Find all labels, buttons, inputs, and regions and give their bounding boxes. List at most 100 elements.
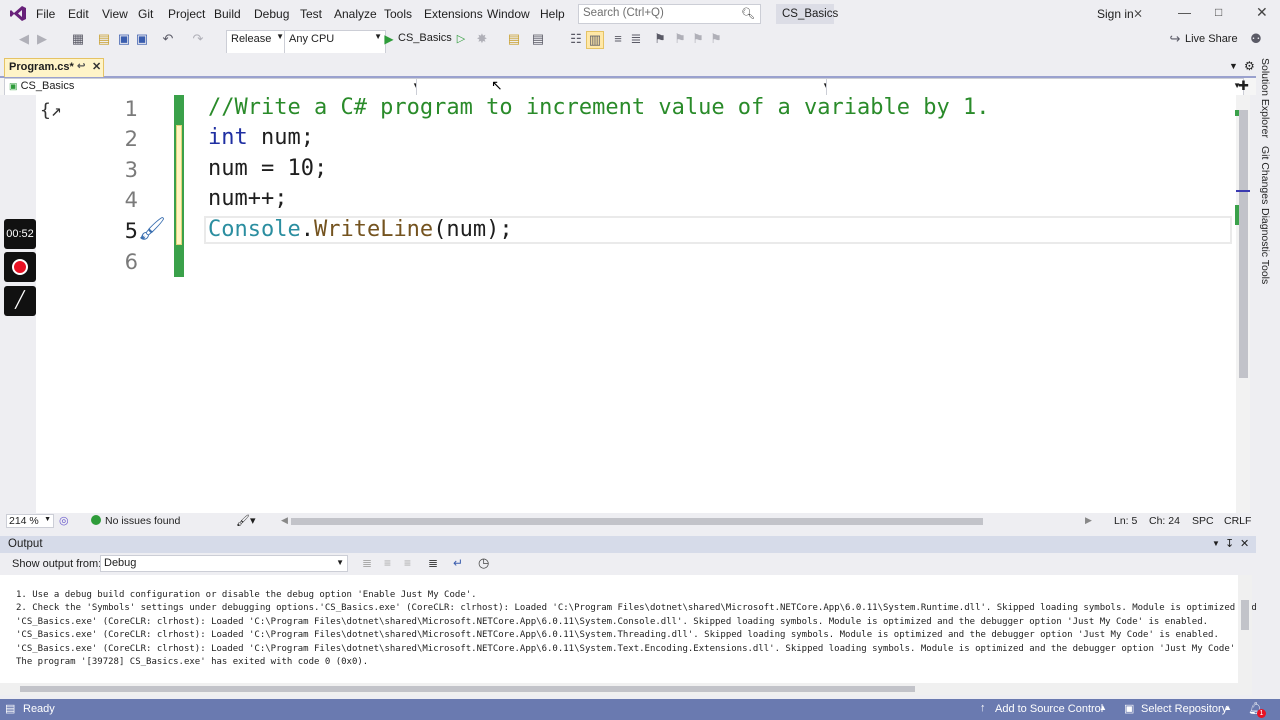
pin-icon[interactable]: ↩ (77, 61, 85, 72)
code-line-4: num++; (208, 186, 288, 211)
menu-edit[interactable]: Edit (68, 7, 89, 21)
menu-project[interactable]: Project (168, 7, 205, 21)
tab-overflow-icon[interactable]: ▼ (1229, 61, 1238, 71)
clock-icon[interactable]: ◷ (478, 555, 489, 571)
menu-debug[interactable]: Debug (254, 7, 289, 21)
braces-icon[interactable]: {↗ (40, 100, 62, 121)
configuration-value: Release (231, 33, 272, 45)
sign-in-link[interactable]: Sign in (1097, 7, 1134, 21)
pen-button[interactable]: ╱ (4, 286, 36, 316)
next-bookmark-icon[interactable]: ⚑ (690, 31, 706, 47)
hot-reload-icon[interactable]: ✸ (474, 31, 490, 47)
menu-git[interactable]: Git (138, 7, 153, 21)
diagram-icon[interactable]: ☷ (568, 31, 584, 47)
line-position[interactable]: Ln: 5 (1114, 515, 1137, 527)
menu-analyze[interactable]: Analyze (334, 7, 377, 21)
configuration-select[interactable]: Release ▼ (226, 30, 288, 55)
layout-icon[interactable]: ▤ (530, 31, 546, 47)
tab-strip (0, 53, 1280, 78)
scroll-left-icon[interactable]: ◀ (281, 515, 288, 526)
comment-icon[interactable]: ≡ (610, 31, 626, 47)
health-icon[interactable]: ◎ (59, 514, 69, 527)
scroll-right-icon[interactable]: ▶ (1085, 515, 1092, 526)
line-ending[interactable]: CRLF (1224, 515, 1251, 527)
word-wrap-icon[interactable]: ↵ (453, 556, 463, 570)
indent-mode[interactable]: SPC (1192, 515, 1214, 527)
scroll-marker (1236, 190, 1250, 192)
back-icon[interactable]: ◀ (16, 31, 32, 47)
split-icon[interactable]: ✚ (1238, 78, 1249, 94)
add-to-source-control[interactable]: Add to Source Control (995, 703, 1103, 715)
editor-horizontal-scroll-thumb[interactable] (291, 518, 983, 525)
tab-program-cs[interactable]: Program.cs* ↩ ✕ (4, 58, 104, 77)
open-folder-icon[interactable]: ▤ (96, 31, 112, 47)
new-project-icon[interactable]: ▦ (70, 31, 86, 47)
quick-actions-brush-icon[interactable]: 🖌︎ (138, 216, 166, 242)
prev-message-icon[interactable]: ≡ (384, 556, 391, 570)
csharp-icon: ▣ (9, 81, 18, 91)
select-repository[interactable]: Select Repository (1141, 703, 1227, 715)
tab-label: Program.cs* (9, 61, 74, 73)
chevron-up-icon[interactable]: ▲ (1099, 703, 1107, 712)
start-without-debug-icon[interactable]: ▷ (453, 31, 469, 47)
settings-gear-icon[interactable]: ⚙ (1244, 59, 1255, 73)
toggle-icon[interactable]: ▥ (586, 31, 604, 49)
redo-icon[interactable]: ↷ (190, 31, 206, 47)
uncomment-icon[interactable]: ≣ (628, 31, 644, 47)
maximize-icon[interactable]: □ (1215, 5, 1222, 19)
platform-select[interactable]: Any CPU ▼ (284, 30, 386, 55)
minimize-icon[interactable]: — (1178, 5, 1191, 20)
tab-close-icon[interactable]: ✕ (92, 60, 101, 73)
scroll-marker (1235, 110, 1239, 116)
brush-icon[interactable]: 🖌︎▾ (236, 514, 256, 527)
pin-icon[interactable]: ↧ (1225, 537, 1234, 550)
start-target-button[interactable]: CS_Basics (398, 32, 452, 44)
close-pane-icon[interactable]: ✕ (1240, 537, 1249, 550)
close-icon[interactable]: ✕ (1256, 4, 1268, 21)
menu-view[interactable]: View (102, 7, 128, 21)
issues-status[interactable]: No issues found (105, 515, 180, 527)
menu-test[interactable]: Test (300, 7, 322, 21)
undo-icon[interactable]: ↶ (160, 31, 176, 47)
output-source-select[interactable]: Debug ▼ (100, 555, 348, 572)
forward-icon[interactable]: ▶ (34, 31, 50, 47)
output-horizontal-thumb[interactable] (20, 686, 915, 692)
record-button[interactable] (4, 252, 36, 282)
output-scroll-thumb[interactable] (1241, 600, 1249, 630)
menu-tools[interactable]: Tools (384, 7, 412, 21)
feedback-icon[interactable]: ⚉ (1248, 31, 1264, 47)
zoom-select[interactable]: 214 % ▼ (6, 514, 54, 528)
account-icon[interactable]: ⨯ (1133, 6, 1143, 20)
live-share-button[interactable]: Live Share (1185, 33, 1238, 45)
save-all-icon[interactable]: ▣ (134, 31, 150, 47)
output-icon[interactable]: ▤ (5, 702, 15, 715)
start-icon[interactable]: ▶ (381, 31, 397, 47)
next-message-icon[interactable]: ≡ (404, 556, 411, 570)
menu-window[interactable]: Window (487, 7, 530, 21)
git-changes-tab[interactable]: Git Changes (1259, 146, 1271, 204)
prev-bookmark-icon[interactable]: ⚑ (672, 31, 688, 47)
live-share-icon[interactable]: ↪ (1167, 31, 1183, 47)
vs-logo-icon[interactable] (9, 5, 27, 22)
chevron-up-icon[interactable]: ▲ (1224, 703, 1232, 712)
find-icon[interactable]: ≣ (362, 556, 372, 570)
code-editor[interactable] (0, 95, 1250, 513)
bookmark-icon[interactable]: ⚑ (652, 31, 668, 47)
menu-help[interactable]: Help (540, 7, 565, 21)
search-input[interactable]: Search (Ctrl+Q) 🔍︎ (578, 4, 761, 24)
output-line: 'CS_Basics.exe' (CoreCLR: clrhost): Load… (16, 617, 1209, 627)
menu-extensions[interactable]: Extensions (424, 7, 483, 21)
menu-build[interactable]: Build (214, 7, 241, 21)
dropdown-icon[interactable]: ▼ (1212, 539, 1220, 548)
char-position[interactable]: Ch: 24 (1149, 515, 1180, 527)
editor-scroll-thumb[interactable] (1239, 110, 1248, 378)
diagnostic-tools-tab[interactable]: Diagnostic Tools (1259, 208, 1271, 284)
menu-file[interactable]: File (36, 7, 55, 21)
save-icon[interactable]: ▣ (116, 31, 132, 47)
clear-all-icon[interactable]: ≣ (428, 556, 438, 570)
clear-bookmark-icon[interactable]: ⚑ (708, 31, 724, 47)
output-line: 2. Check the 'Symbols' settings under de… (16, 603, 1257, 613)
solution-explorer-tab[interactable]: Solution Explorer (1259, 58, 1271, 138)
repository-icon: ▣ (1124, 703, 1135, 715)
browse-icon[interactable]: ▤ (506, 31, 522, 47)
